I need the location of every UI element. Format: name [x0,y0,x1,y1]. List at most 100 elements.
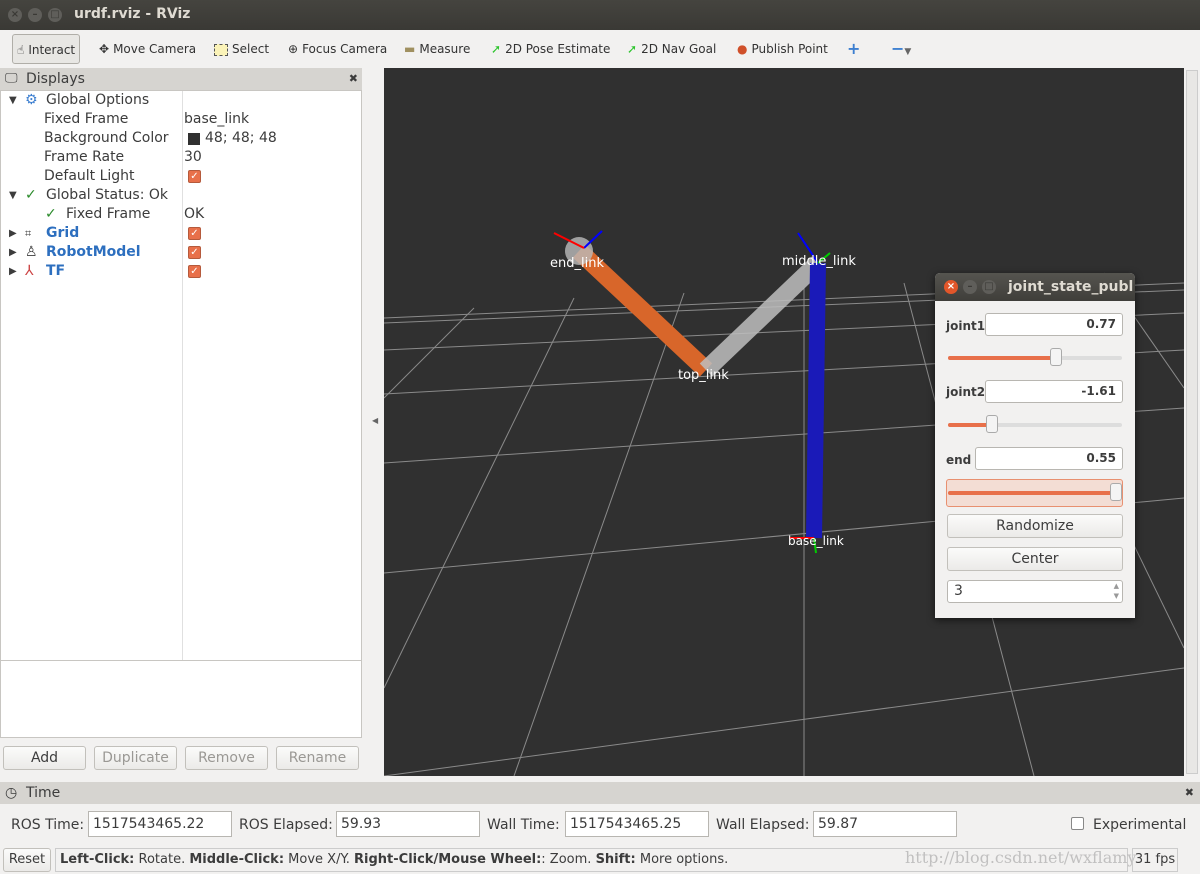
joint1-label: joint1 [946,319,986,333]
row-key: Grid [46,225,80,241]
slider-handle[interactable] [1110,483,1122,501]
remove-tool-button[interactable]: −▼ [891,34,911,64]
tree-row-background-color[interactable]: Background Color 48; 48; 48 [1,129,361,148]
tool-label: Measure [419,42,471,56]
expand-arrow-icon[interactable]: ▶ [9,243,17,262]
tree-row-global-options[interactable]: ▼ ⚙ Global Options [1,91,361,110]
tree-row-default-light[interactable]: Default Light ✓ [1,167,361,186]
watermark: http://blog.csdn.net/wxflamy [905,848,1137,867]
tree-row-tf[interactable]: ▶ ⅄ TF ✓ [1,262,361,281]
tree-row-status-fixed-frame[interactable]: ✓ Fixed Frame OK [1,205,361,224]
end-slider[interactable] [948,483,1122,501]
row-key: Fixed Frame [66,206,151,222]
tool-interact[interactable]: ☝ Interact [12,34,81,64]
remove-button[interactable]: Remove [185,746,268,770]
slider-handle[interactable] [985,415,998,433]
wall-time-label: Wall Time: [487,817,560,833]
row-key: Global Status: Ok [46,187,169,203]
spinbox[interactable]: 3 ▲ ▼ [947,580,1123,603]
tool-label: Select [232,42,270,56]
minimize-window-button[interactable]: – [963,280,977,294]
checkbox[interactable]: ✓ [188,245,201,259]
status-bar: Reset Left-Click: Rotate. Middle-Click: … [0,846,1200,874]
add-tool-button[interactable]: + [847,34,860,64]
grid-icon: ⌗ [25,227,32,240]
tool-2d-pose-estimate[interactable]: ➚ 2D Pose Estimate [491,34,610,64]
tree-row-fixed-frame[interactable]: Fixed Frame base_link [1,110,361,129]
duplicate-button[interactable]: Duplicate [94,746,177,770]
middle-link-label: middle_link [782,254,856,269]
jsp-titlebar: × – □ joint_state_publ [935,273,1135,301]
plus-icon: + [847,39,861,58]
joint-state-publisher-window: × – □ joint_state_publ joint1 0.77 joint… [935,273,1135,618]
joint2-slider[interactable] [948,415,1122,433]
joint1-slider[interactable] [948,348,1122,366]
expand-arrow-icon[interactable]: ▶ [9,262,17,281]
close-panel-button[interactable]: ✖ [349,68,358,90]
ros-elapsed-label: ROS Elapsed: [239,817,333,833]
tool-publish-point[interactable]: ● Publish Point [737,34,828,64]
expand-arrow-icon[interactable]: ▶ [9,224,17,243]
reset-button[interactable]: Reset [3,848,51,872]
panel-title: Displays [26,71,85,87]
experimental-checkbox[interactable] [1071,817,1084,830]
tool-measure[interactable]: ▬ Measure [404,34,470,64]
wall-elapsed-field[interactable]: 59.87 [813,811,957,837]
joint2-input[interactable]: -1.61 [985,380,1123,403]
tree-row-global-status[interactable]: ▼ ✓ Global Status: Ok [1,186,361,205]
minus-icon: − [891,39,905,58]
end-link-label: end_link [550,256,604,271]
collapse-left-handle[interactable]: ◀ [372,416,378,425]
tree-row-robotmodel[interactable]: ▶ ♙ RobotModel ✓ [1,243,361,262]
tree-row-frame-rate[interactable]: Frame Rate 30 [1,148,361,167]
end-label: end [946,453,972,467]
select-icon [214,43,228,56]
right-dock-splitter[interactable] [1186,70,1198,774]
tool-focus-camera[interactable]: ⊕ Focus Camera [288,34,387,64]
axes-icon: ⅄ [25,263,34,279]
joint1-input[interactable]: 0.77 [985,313,1123,336]
time-panel: ◷ Time ✖ ROS Time: 1517543465.22 ROS Ela… [0,782,1200,846]
maximize-window-button[interactable]: □ [48,8,62,22]
close-panel-button[interactable]: ✖ [1185,782,1194,804]
add-button[interactable]: Add [3,746,86,770]
end-input[interactable]: 0.55 [975,447,1123,470]
row-value[interactable]: base_link [184,110,249,129]
row-value[interactable]: 30 [184,148,202,167]
row-key: Background Color [44,130,169,146]
check-icon: ✓ [25,187,37,203]
ros-time-field[interactable]: 1517543465.22 [88,811,232,837]
window-title: urdf.rviz - RViz [74,6,191,22]
maximize-window-button[interactable]: □ [982,280,996,294]
expand-arrow-icon[interactable]: ▼ [9,186,17,205]
tool-label: 2D Pose Estimate [505,42,611,56]
monitor-icon: 🖵 [5,71,18,86]
checkbox[interactable]: ✓ [188,169,201,183]
center-button[interactable]: Center [947,547,1123,571]
row-key: TF [46,263,66,279]
checkbox[interactable]: ✓ [188,264,201,278]
row-value[interactable]: 48; 48; 48 [205,129,277,148]
tree-row-grid[interactable]: ▶ ⌗ Grid ✓ [1,224,361,243]
row-key: RobotModel [46,244,141,260]
expand-arrow-icon[interactable]: ▼ [9,91,17,110]
randomize-button[interactable]: Randomize [947,514,1123,538]
tool-select[interactable]: Select [214,34,269,64]
rename-button[interactable]: Rename [276,746,359,770]
row-key: Fixed Frame [44,111,129,127]
tool-move-camera[interactable]: ✥ Move Camera [99,34,196,64]
displays-header: 🖵 Displays ✖ [0,68,362,90]
ros-elapsed-field[interactable]: 59.93 [336,811,480,837]
close-window-button[interactable]: × [944,280,958,294]
slider-handle[interactable] [1049,348,1062,366]
tool-2d-nav-goal[interactable]: ➚ 2D Nav Goal [627,34,716,64]
checkbox[interactable]: ✓ [188,226,201,240]
close-window-button[interactable]: × [8,8,22,22]
row-key: Global Options [46,92,150,108]
focus-camera-icon: ⊕ [288,42,299,56]
toolbar: ☝ Interact ✥ Move Camera Select ⊕ Focus Cam… [0,30,1200,68]
minimize-window-button[interactable]: – [28,8,42,22]
spinbox-value: 3 [954,583,963,599]
spin-arrows-icon[interactable]: ▲ ▼ [1114,581,1119,601]
wall-time-field[interactable]: 1517543465.25 [565,811,709,837]
